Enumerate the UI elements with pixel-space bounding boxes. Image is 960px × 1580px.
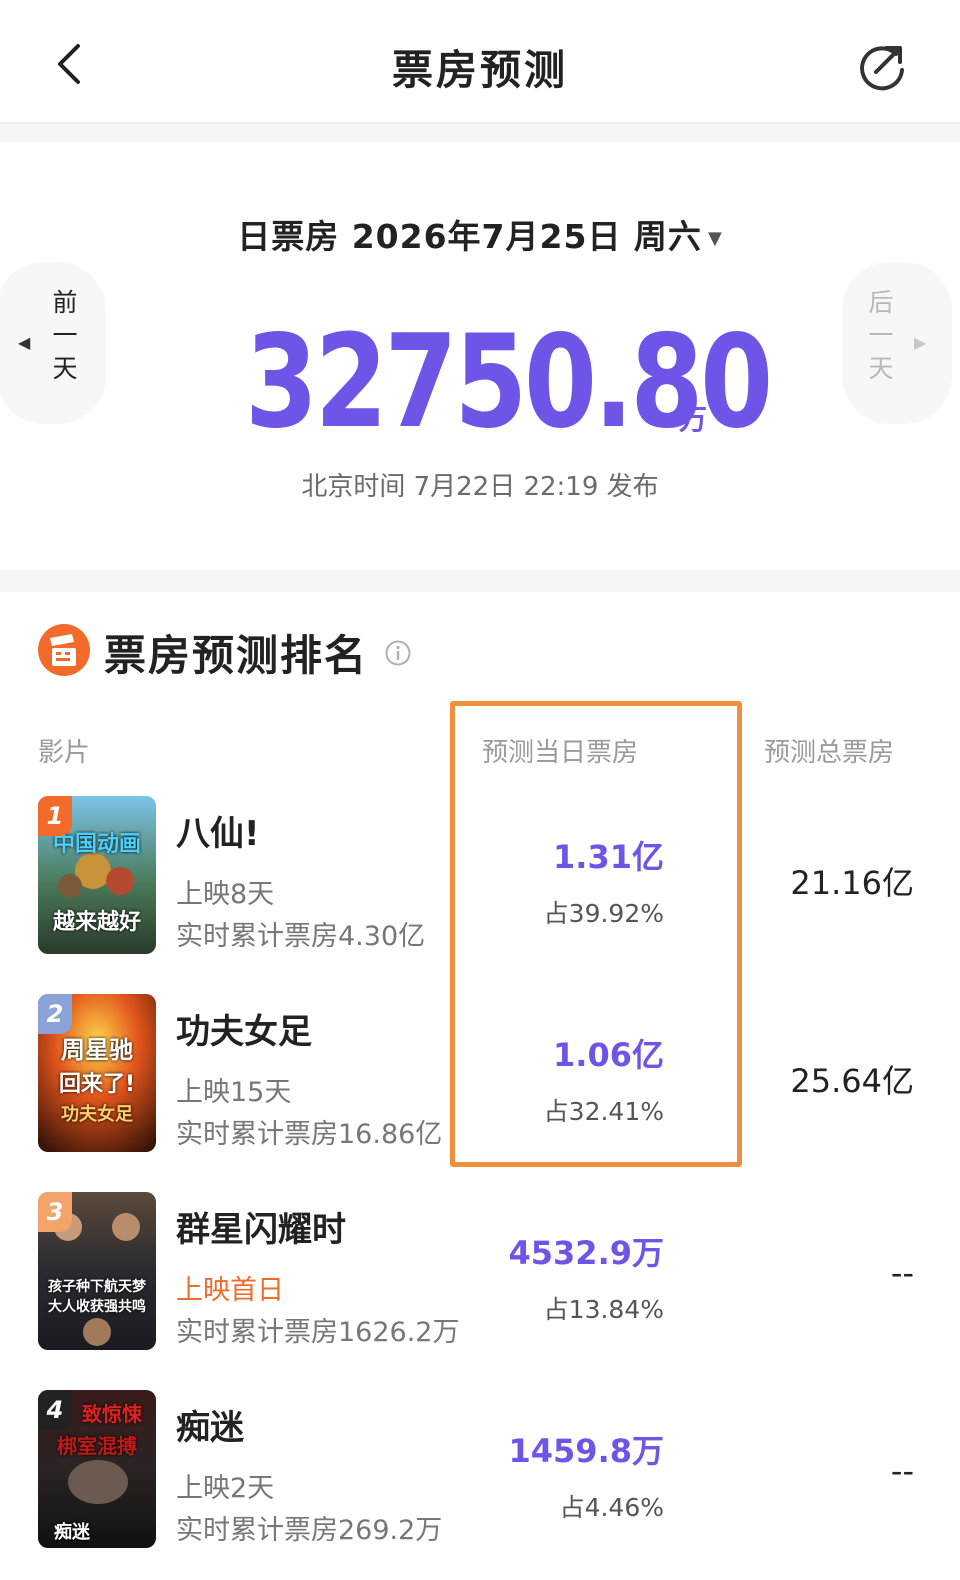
- film-name: 痴迷: [176, 1408, 244, 1448]
- triangle-left-icon: ◀: [18, 333, 31, 352]
- film-row[interactable]: 致惊悚 梆室混搏 痴迷 4 痴迷 上映2天 实时累计票房269.2万 1459.…: [0, 1390, 960, 1560]
- triangle-right-icon: ▶: [914, 333, 927, 352]
- info-icon[interactable]: [385, 640, 411, 666]
- day-forecast-share: 占4.46%: [559, 1493, 664, 1522]
- poster-text: 致惊悚: [82, 1402, 142, 1426]
- day-forecast-value: 1459.8万: [508, 1432, 665, 1470]
- column-header-total-forecast: 预测总票房: [764, 738, 895, 768]
- page-title: 票房预测: [392, 46, 568, 94]
- next-day-button[interactable]: 后 一 天 ▶: [842, 262, 952, 424]
- poster-text: 周星驰: [61, 1036, 133, 1064]
- share-icon: [860, 46, 904, 91]
- total-forecast-value: --: [890, 1452, 914, 1490]
- film-cumulative: 实时累计票房1626.2万: [176, 1317, 460, 1348]
- daily-total-unit: 万: [679, 403, 708, 436]
- ranking-title: 票房预测排名: [104, 631, 369, 680]
- film-poster: 周星驰 回来了! 功夫女足 2: [38, 994, 156, 1152]
- poster-text: 孩子种下航天梦: [48, 1279, 146, 1295]
- rank-badge: 1: [38, 796, 72, 836]
- rank-badge: 4: [38, 1390, 72, 1430]
- film-poster: 致惊悚 梆室混搏 痴迷 4: [38, 1390, 156, 1548]
- prev-day-button[interactable]: ◀ 前 一 天: [0, 262, 106, 424]
- film-cumulative: 实时累计票房4.30亿: [176, 921, 426, 952]
- day-forecast-share: 占13.84%: [543, 1295, 664, 1324]
- date-label: 日票房 2026年7月25日 周六: [237, 217, 702, 256]
- rank-badge: 2: [38, 994, 72, 1034]
- day-forecast-value: 4532.9万: [508, 1234, 665, 1272]
- divider-band: [0, 124, 960, 142]
- poster-text: 越来越好: [52, 910, 141, 935]
- prev-day-label: 前 一 天: [52, 288, 78, 383]
- column-header-film: 影片: [38, 738, 91, 768]
- film-release-days: 上映2天: [176, 1473, 275, 1504]
- date-selector[interactable]: 日票房 2026年7月25日 周六 ▼: [0, 210, 960, 258]
- film-name: 八仙!: [176, 814, 260, 854]
- film-cumulative: 实时累计票房269.2万: [176, 1515, 443, 1546]
- next-day-label: 后 一 天: [868, 288, 894, 383]
- film-release-days: 上映8天: [176, 879, 275, 910]
- film-release-days: 上映15天: [176, 1077, 292, 1108]
- film-poster: 孩子种下航天梦 大人收获强共鸣 3: [38, 1192, 156, 1350]
- day-forecast-highlight-box: [450, 701, 742, 1167]
- film-release-days: 上映首日: [176, 1275, 284, 1306]
- total-forecast-value: 25.64亿: [790, 1062, 914, 1100]
- poster-text: 痴迷: [54, 1522, 90, 1543]
- poster-text: 功夫女足: [61, 1104, 133, 1125]
- clapperboard-icon: [38, 624, 90, 676]
- poster-text: 回来了!: [58, 1072, 136, 1097]
- top-bar: 票房预测: [0, 0, 960, 124]
- film-cumulative: 实时累计票房16.86亿: [176, 1119, 443, 1150]
- poster-text: 梆室混搏: [57, 1434, 137, 1458]
- total-forecast-value: --: [890, 1254, 914, 1292]
- divider-band: [0, 570, 960, 592]
- poster-text: 大人收获强共鸣: [48, 1299, 146, 1315]
- total-forecast-value: 21.16亿: [790, 864, 914, 902]
- share-button[interactable]: [856, 40, 910, 92]
- film-row[interactable]: 孩子种下航天梦 大人收获强共鸣 3 群星闪耀时 上映首日 实时累计票房1626.…: [0, 1192, 960, 1362]
- publish-time: 北京时间 7月22日 22:19 发布: [301, 472, 659, 502]
- film-name: 群星闪耀时: [176, 1210, 346, 1250]
- caret-down-icon: ▼: [707, 228, 723, 249]
- rank-badge: 3: [38, 1192, 72, 1232]
- film-name: 功夫女足: [176, 1012, 312, 1052]
- film-poster: 中国动画 越来越好 1: [38, 796, 156, 954]
